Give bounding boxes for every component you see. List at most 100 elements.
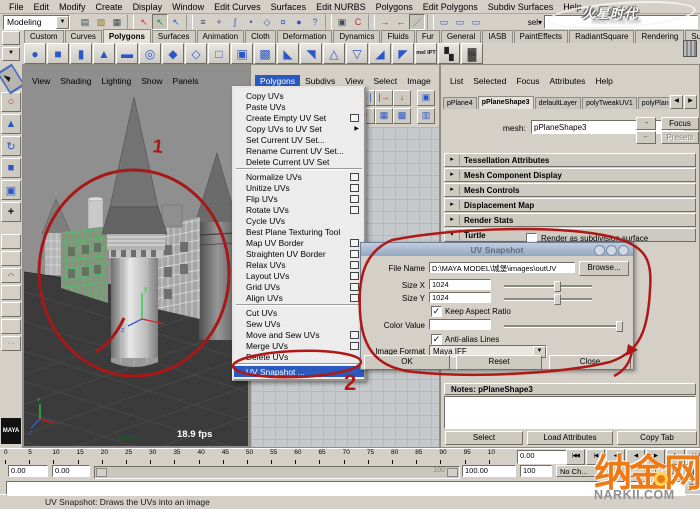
option-box-icon[interactable] [350, 272, 359, 280]
menu-option[interactable]: Sew UVs ▶ [234, 318, 364, 329]
lasso-tool[interactable]: ○ [1, 92, 21, 112]
ae-tab[interactable]: pPlaneShape3 [478, 96, 534, 109]
uv-layout-icon[interactable]: ▥ [417, 108, 435, 124]
ipr-render-button[interactable]: ▭ [452, 14, 468, 30]
shelf-menu-button[interactable]: ▼ [2, 47, 20, 61]
play-backwards-button[interactable]: ◀ [626, 449, 645, 465]
menu-item[interactable]: Help [558, 2, 587, 12]
menu-item[interactable]: Polygons [371, 2, 418, 12]
output-connection-icon[interactable]: ← [636, 131, 656, 144]
sel-dropdown[interactable]: sel▾ [528, 18, 542, 27]
ae-menu-item[interactable]: Attributes [544, 75, 590, 87]
shelf-tab[interactable]: Custom [24, 30, 64, 43]
attribute-section-bar[interactable]: Mesh Component Display [444, 168, 696, 182]
focus-button[interactable]: Focus [661, 117, 699, 130]
poly-reduce-icon[interactable]: ◤ [392, 43, 414, 64]
window-maximize-icon[interactable] [606, 245, 617, 256]
option-box-icon[interactable] [350, 173, 359, 181]
ae-menu-item[interactable]: List [445, 75, 468, 87]
attribute-section-bar[interactable]: Render Stats [444, 213, 696, 227]
shelf-tab[interactable]: Fur [416, 30, 440, 43]
tab-scroll-right-icon[interactable]: ▶ [684, 95, 697, 109]
range-end-max-field[interactable]: 100 [520, 465, 552, 477]
select-by-object-button[interactable]: ↖ [152, 14, 168, 30]
size-y-slider[interactable] [504, 298, 592, 301]
menu-item[interactable]: Surfaces [266, 2, 312, 12]
uv-editor-menu-item[interactable]: Subdivs [300, 75, 340, 87]
option-box-icon[interactable] [350, 331, 359, 339]
universal-manipulator-tool[interactable]: ▣ [1, 180, 21, 200]
menu-item[interactable]: Edit NURBS [311, 2, 371, 12]
option-box-icon[interactable] [350, 250, 359, 258]
uv-editor-menu-item[interactable]: Polygons [255, 75, 300, 87]
lock-button[interactable]: ▣ [334, 14, 350, 30]
range-slider[interactable]: 100 [94, 466, 460, 479]
rotate-uv-icon[interactable]: ↓ [393, 90, 411, 106]
anti-alias-checkbox[interactable] [431, 334, 442, 345]
show-manipulator-tool[interactable]: + [1, 202, 21, 222]
poly-combine-icon[interactable]: ▽ [346, 43, 368, 64]
menu-option[interactable]: Align UVs ▶ [234, 292, 364, 303]
poly-split-icon[interactable]: ▣ [231, 43, 253, 64]
menu-item[interactable]: File [4, 2, 29, 12]
shelf-tab[interactable]: Fluids [381, 30, 414, 43]
ae-tab[interactable]: defaultLayer [535, 97, 582, 109]
viewport-canvas[interactable]: y z Y Z persp 18.9 fps [24, 87, 248, 446]
layout-split-pane[interactable] [1, 302, 21, 317]
option-box-icon[interactable] [350, 195, 359, 203]
menu-option[interactable]: Set Current UV Set... ▶ [234, 134, 364, 145]
poly-wedge-icon[interactable]: ◣ [277, 43, 299, 64]
chevron-down-icon[interactable]: ▼ [56, 16, 69, 29]
poly-mirror-icon[interactable]: △ [323, 43, 345, 64]
toolbar-separator[interactable] [368, 14, 375, 30]
menu-option[interactable]: Map UV Border ▶ [234, 237, 364, 248]
menu-option[interactable]: Delete Current UV Set ▶ [234, 156, 364, 167]
menu-item[interactable]: Edit Curves [209, 2, 266, 12]
range-start-min-field[interactable]: 0.00 [8, 465, 48, 477]
menu-option[interactable]: Copy UVs ▶ [234, 90, 364, 101]
size-y-input[interactable]: 1024 [429, 292, 491, 303]
ae-menu-item[interactable]: Focus [511, 75, 544, 87]
menu-option[interactable]: Straighten UV Border ▶ [234, 248, 364, 259]
shelf-tab[interactable]: Polygons [103, 29, 151, 43]
viewport-menu-item[interactable]: Panels [168, 75, 204, 87]
close-button[interactable]: Close [549, 355, 631, 370]
shelf-tab[interactable]: Rendering [635, 30, 684, 43]
shelf-tab[interactable]: Curves [65, 30, 102, 43]
menu-item[interactable]: Subdiv Surfaces [483, 2, 559, 12]
go-to-end-button[interactable]: ▶▶| [686, 449, 700, 465]
poly-extrude-face-icon[interactable]: ◇ [185, 43, 207, 64]
construction-history-button[interactable]: ● [291, 14, 307, 30]
menu-option[interactable]: Best Plane Texturing Tool ▶ [234, 226, 364, 237]
play-button[interactable]: ▶ [646, 449, 665, 465]
menu-item[interactable]: Edit [29, 2, 55, 12]
menu-option[interactable]: Merge UVs ▶ [234, 340, 364, 351]
dialog-titlebar[interactable]: UV Snapshot [361, 243, 633, 256]
attribute-section-bar[interactable]: Mesh Controls [444, 183, 696, 197]
selection-mask-menu[interactable]: ≡ [195, 14, 211, 30]
option-box-icon[interactable] [350, 114, 359, 122]
ae-tab[interactable]: polyTweakUV1 [582, 97, 637, 109]
menu-option[interactable]: Cut UVs ▶ [234, 307, 364, 318]
keep-aspect-checkbox[interactable] [431, 306, 442, 317]
toolbar-separator[interactable] [325, 14, 332, 30]
shelf-tab[interactable]: RadiantSquare [569, 30, 634, 43]
option-box-icon[interactable] [350, 206, 359, 214]
ae-tab[interactable]: polyPlanarProj1 [638, 97, 669, 109]
make-live-button[interactable]: ¤ [275, 14, 291, 30]
range-start-field[interactable]: 0.00 [52, 465, 90, 477]
snap-to-plane-button[interactable]: ◇ [259, 14, 275, 30]
window-minimize-icon[interactable] [594, 245, 605, 256]
menu-option[interactable]: Paste UVs ▶ [234, 101, 364, 112]
poly-torus-icon[interactable]: ◎ [139, 43, 161, 64]
step-back-key-button[interactable]: ◀| [606, 449, 625, 465]
new-scene-button[interactable]: ▤ [77, 14, 93, 30]
shelf-tab[interactable]: PaintEffects [514, 30, 569, 43]
menu-option[interactable]: Delete UVs ▶ [234, 351, 364, 362]
render-current-frame-button[interactable]: ▭ [436, 14, 452, 30]
go-to-start-button[interactable]: |◀◀ [566, 449, 585, 465]
shelf-tab[interactable]: IASB [482, 30, 512, 43]
layout-single-pane[interactable] [1, 234, 21, 249]
redo-curl-button[interactable]: C [350, 14, 366, 30]
toolbar-separator[interactable] [427, 14, 434, 30]
